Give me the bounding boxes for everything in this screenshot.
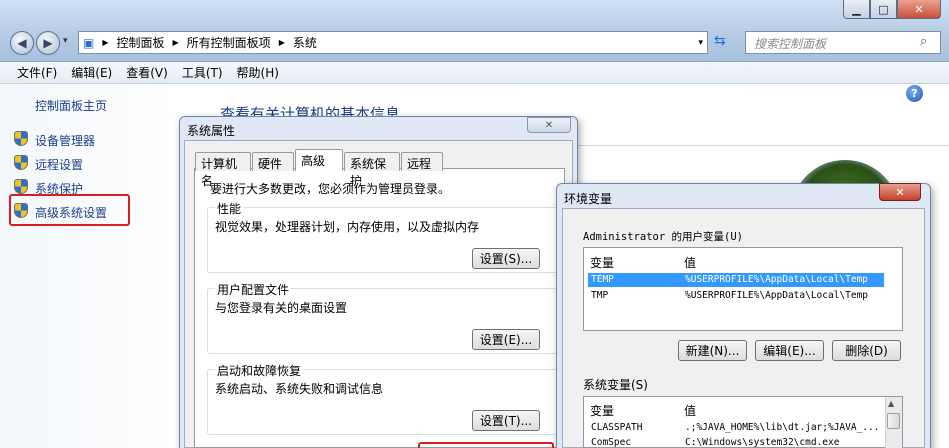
system-vars-label: 系统变量(S): [583, 378, 648, 392]
system-vars-header-var: 变量: [590, 404, 615, 418]
menu-view[interactable]: 查看(V): [119, 64, 175, 81]
user-profiles-desc: 与您登录有关的桌面设置: [215, 301, 348, 315]
close-button[interactable]: ✕: [897, 0, 941, 19]
address-dropdown-icon[interactable]: ▾: [694, 38, 707, 48]
highlight-box: [418, 442, 554, 448]
breadcrumb-sep-icon: ▶: [172, 38, 179, 47]
help-icon[interactable]: ?: [906, 85, 923, 102]
shield-icon: [14, 203, 28, 218]
system-var-value[interactable]: .;%JAVA_HOME%\lib\dt.jar;%JAVA_...: [685, 422, 879, 433]
advanced-system-settings-link[interactable]: 高级系统设置: [35, 204, 107, 221]
startup-recovery-desc: 系统启动、系统失败和调试信息: [215, 382, 384, 396]
menu-file[interactable]: 文件(F): [10, 64, 64, 81]
breadcrumb-system[interactable]: 系统: [289, 34, 321, 51]
user-vars-header-val: 值: [684, 256, 697, 270]
system-var-name[interactable]: CLASSPATH: [591, 422, 642, 433]
performance-settings-button[interactable]: 设置(S)...: [472, 248, 540, 269]
breadcrumb-sep-icon: ▶: [278, 38, 285, 47]
system-var-name[interactable]: ComSpec: [591, 437, 631, 448]
scrollbar-thumb[interactable]: [887, 413, 900, 429]
user-var-name[interactable]: TMP: [591, 290, 608, 301]
forward-arrow-icon[interactable]: ▶: [36, 31, 60, 55]
performance-title: 性能: [215, 200, 244, 217]
tab-advanced[interactable]: 高级: [295, 149, 343, 171]
performance-desc: 视觉效果，处理器计划，内存使用，以及虚拟内存: [215, 220, 480, 234]
env-dialog-title: 环境变量: [564, 192, 613, 206]
close-icon[interactable]: ✕: [879, 183, 921, 201]
user-vars-label: Administrator 的用户变量(U): [583, 231, 743, 243]
search-icon[interactable]: ⌕: [920, 34, 927, 49]
control-panel-icon: ▣: [83, 35, 95, 50]
shield-icon: [14, 131, 28, 146]
breadcrumb-all-items[interactable]: 所有控制面板项: [183, 34, 275, 51]
close-icon[interactable]: ✕: [527, 117, 571, 133]
user-profiles-title: 用户配置文件: [215, 281, 292, 298]
scroll-up-icon[interactable]: ▲: [888, 399, 894, 408]
delete-variable-button[interactable]: 删除(D): [832, 340, 901, 361]
remote-settings-link[interactable]: 远程设置: [35, 156, 83, 173]
user-var-value: %USERPROFILE%\AppData\Local\Temp: [685, 274, 869, 285]
tab-hardware[interactable]: 硬件: [252, 152, 294, 171]
search-input[interactable]: 搜索控制面板: [745, 31, 941, 54]
startup-recovery-settings-button[interactable]: 设置(T)...: [472, 410, 540, 431]
menu-bar: 文件(F) 编辑(E) 查看(V) 工具(T) 帮助(H): [0, 62, 949, 84]
refresh-icon[interactable]: ⇆: [714, 33, 726, 49]
system-vars-header-val: 值: [684, 404, 697, 418]
startup-recovery-title: 启动和故障恢复: [215, 362, 304, 379]
device-manager-link[interactable]: 设备管理器: [35, 132, 95, 149]
menu-help[interactable]: 帮助(H): [230, 64, 286, 81]
menu-edit[interactable]: 编辑(E): [64, 64, 119, 81]
dialog-title: 系统属性: [187, 124, 236, 138]
tab-remote[interactable]: 远程: [401, 152, 443, 171]
admin-note: 要进行大多数更改，您必须作为管理员登录。: [210, 182, 451, 196]
shield-icon: [14, 155, 28, 170]
back-arrow-icon[interactable]: ◀: [10, 31, 34, 55]
new-variable-button[interactable]: 新建(N)...: [678, 340, 747, 361]
control-panel-home-link[interactable]: 控制面板主页: [35, 97, 107, 114]
address-bar[interactable]: ▣ ▶ 控制面板 ▶ 所有控制面板项 ▶ 系统 ▾: [78, 31, 708, 54]
tab-system-protection[interactable]: 系统保护: [344, 152, 400, 188]
history-dropdown-icon[interactable]: ▾: [63, 36, 68, 46]
tab-computer-name[interactable]: 计算机名: [195, 152, 251, 188]
edit-variable-button[interactable]: 编辑(E)...: [755, 340, 824, 361]
minimize-button[interactable]: ▁: [843, 0, 870, 19]
caption-buttons: ▁ □ ✕: [843, 0, 941, 20]
divider: [575, 145, 949, 146]
maximize-button[interactable]: □: [870, 0, 897, 19]
menu-tools[interactable]: 工具(T): [175, 64, 230, 81]
user-profiles-settings-button[interactable]: 设置(E)...: [472, 329, 540, 350]
user-var-value[interactable]: %USERPROFILE%\AppData\Local\Temp: [685, 290, 868, 301]
user-var-name: TEMP: [591, 274, 614, 285]
breadcrumb-sep-icon: ▶: [102, 38, 109, 47]
user-vars-header-var: 变量: [590, 256, 615, 270]
system-var-value[interactable]: C:\Windows\system32\cmd.exe: [685, 437, 839, 448]
shield-icon: [14, 179, 28, 194]
breadcrumb-control-panel[interactable]: 控制面板: [113, 34, 169, 51]
user-vars-list[interactable]: [583, 247, 903, 331]
